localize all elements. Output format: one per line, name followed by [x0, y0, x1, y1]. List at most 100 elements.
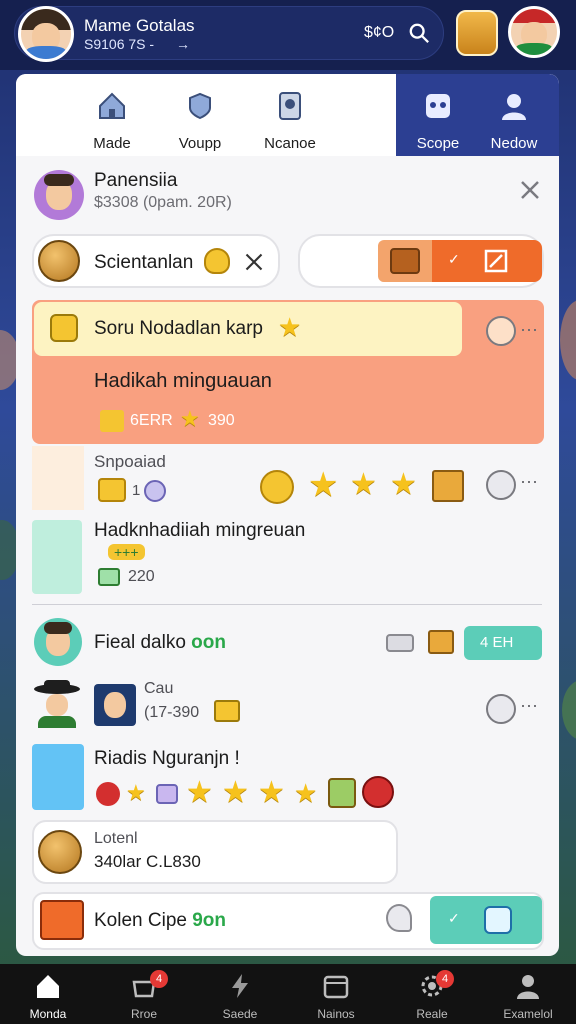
chest-icon: [390, 248, 420, 274]
star-icon: ★: [294, 778, 318, 808]
wallet-card[interactable]: [32, 820, 398, 884]
star-icon: ★: [258, 776, 285, 809]
search-icon[interactable]: [408, 22, 430, 44]
package-icon: [214, 700, 240, 722]
search-chip-label: Scientanlan: [94, 252, 194, 273]
shield-badge-icon: [328, 778, 356, 808]
star-icon: ★: [308, 466, 339, 504]
chat-icon[interactable]: [486, 470, 516, 500]
tab-bar: Made Voupp Ncanoe Scope Nedow: [16, 74, 559, 156]
tab-scope[interactable]: Scope: [398, 86, 478, 152]
cowboy-avatar[interactable]: [34, 680, 80, 728]
user-avatar[interactable]: [18, 6, 74, 62]
coin-icon: [38, 830, 82, 874]
box-icon: [432, 470, 464, 502]
more-icon[interactable]: ⋯: [520, 472, 538, 493]
divider: [32, 604, 542, 605]
top-bar: Mame Gotalas S9106 7S - → $¢O: [0, 0, 576, 70]
camera-icon: [484, 906, 512, 934]
chat-title: Cau: [144, 680, 174, 697]
chest-button[interactable]: [378, 240, 432, 282]
tab-made[interactable]: Made: [72, 86, 152, 152]
emoji-icon[interactable]: [486, 316, 516, 346]
gift-action-button[interactable]: ✓: [430, 896, 542, 944]
shield-icon: [189, 92, 211, 120]
gift-title: Kolen Cipe 9on: [94, 910, 227, 931]
quest-reward-value: 390: [208, 412, 235, 429]
lock-icon: [50, 314, 78, 342]
weekly-badge: +++: [108, 544, 145, 560]
star-icon: ★: [186, 776, 213, 809]
quest-subtitle: Hadikah minguauan: [94, 370, 272, 392]
profile-icon: [517, 975, 539, 999]
person-icon: [502, 94, 526, 120]
check-icon: ✓: [448, 251, 460, 267]
special-count: 1: [132, 482, 141, 499]
nav-nainos[interactable]: Nainos: [288, 970, 384, 1021]
currency-counter[interactable]: $¢O: [364, 24, 394, 42]
weekly-title: Hadknhadiiah mingreuan: [94, 520, 306, 541]
notification-badge: 4: [150, 970, 168, 988]
coin-box-icon: [428, 630, 454, 654]
quest-reward-label: 6ERR: [130, 412, 173, 429]
profile-avatar[interactable]: [34, 170, 84, 220]
main-card: Made Voupp Ncanoe Scope Nedow Panensiia …: [16, 74, 559, 956]
wallet-sub: 340lar C.L830: [94, 852, 201, 871]
weekly-value: 220: [128, 568, 155, 585]
bg-decoration: [562, 680, 576, 740]
home-icon: [37, 975, 59, 998]
nav-saede[interactable]: Saede: [192, 970, 288, 1021]
ranking-title: Riadis Nguranjn !: [94, 748, 240, 769]
chip-close-icon[interactable]: [244, 252, 264, 272]
nav-rroe[interactable]: 4 Rroe: [96, 970, 192, 1021]
chat-avatar[interactable]: [94, 684, 136, 726]
flower-icon: [96, 782, 120, 806]
nav-home[interactable]: Monda: [0, 970, 96, 1021]
tab-ncanoe[interactable]: Ncanoe: [250, 86, 330, 152]
bottom-nav: Monda 4 Rroe Saede Nainos 4 Reale Examel…: [0, 964, 576, 1024]
star-icon: ★: [126, 780, 146, 805]
quest-title: Soru Nodadlan karp: [94, 318, 263, 339]
device-icon: [279, 92, 301, 120]
coin-icon: [38, 240, 80, 282]
check-icon: ✓: [448, 910, 460, 926]
user-sub: S9106 7S - →: [84, 36, 190, 52]
star-icon: ★: [222, 776, 249, 809]
balloon-icon: [386, 904, 412, 932]
star-icon: ★: [390, 468, 417, 501]
ranking-thumb: [32, 744, 84, 810]
friend-avatar[interactable]: [34, 618, 82, 666]
profile-sub: $3308 (0pam. 20R): [94, 194, 232, 211]
calendar-icon: [323, 975, 349, 999]
home-icon: [99, 92, 125, 119]
notification-badge: 4: [436, 970, 454, 988]
bell-icon: [204, 248, 230, 274]
crown-icon: [98, 478, 126, 502]
friend-avatar[interactable]: [508, 6, 560, 58]
bolt-icon: [260, 470, 294, 504]
nav-examelol[interactable]: Examelol: [480, 970, 576, 1021]
more-icon[interactable]: ⋯: [520, 320, 538, 341]
special-thumb: [32, 446, 84, 510]
wallet-title: Lotenl: [94, 830, 138, 847]
friend-action-button[interactable]: 4 EH: [464, 626, 542, 660]
more-icon[interactable]: ⋯: [520, 696, 538, 717]
edit-icon: [484, 249, 508, 273]
treasure-icon[interactable]: [456, 10, 498, 56]
confirm-button[interactable]: ✓: [432, 240, 542, 282]
chat-sub: (17-390: [144, 704, 200, 721]
gift-box-icon: [40, 900, 84, 940]
tab-voupp[interactable]: Voupp: [160, 86, 240, 152]
grid-icon: [426, 94, 450, 118]
weekly-thumb: [32, 520, 82, 594]
no-icon: [362, 776, 394, 808]
bg-decoration: [560, 300, 576, 380]
friend-name: Fieal dalko oon: [94, 632, 226, 653]
nav-reale[interactable]: 4 Reale: [384, 970, 480, 1021]
star-icon: ★: [350, 468, 377, 501]
friend-action-label: 4 EH: [480, 634, 514, 651]
tab-nedow[interactable]: Nedow: [474, 86, 554, 152]
gift-icon: [100, 410, 124, 432]
close-icon[interactable]: [518, 178, 542, 202]
chat-icon[interactable]: [486, 694, 516, 724]
